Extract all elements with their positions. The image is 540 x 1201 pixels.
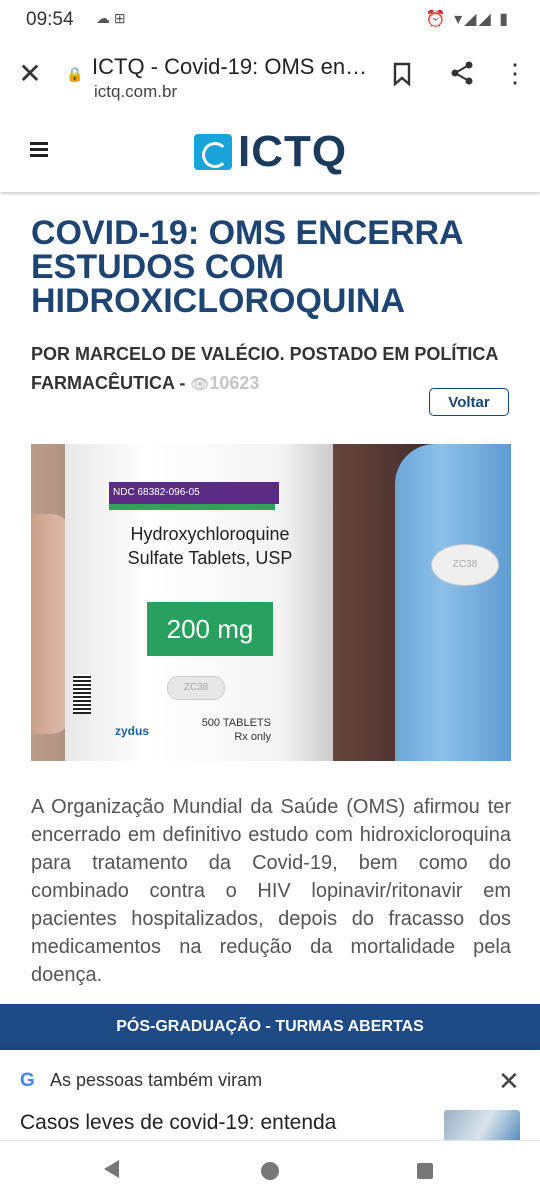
suggestions-panel: G As pessoas também viram ✕ Casos leves …: [0, 1050, 540, 1140]
eye-icon: 👁: [190, 376, 210, 393]
browser-toolbar: ✕ 🔒 ICTQ - Covid-19: OMS encerra estudos…: [0, 38, 540, 111]
lock-icon[interactable]: 🔒: [66, 66, 83, 83]
browser-page-title[interactable]: ICTQ - Covid-19: OMS encerra estudos com…: [92, 54, 370, 80]
hamburger-menu-icon[interactable]: [30, 142, 48, 158]
status-time: 09:54: [26, 9, 74, 30]
held-pill: ZC38: [431, 544, 499, 586]
close-tab-icon[interactable]: ✕: [16, 60, 44, 88]
article-title: COVID-19: OMS ENCERRA ESTUDOS COM HIDROX…: [31, 214, 463, 320]
nav-home-icon[interactable]: [261, 1162, 279, 1180]
google-icon: G: [20, 1070, 35, 1091]
dose-label: 200 mg: [147, 602, 273, 656]
pill-illustration: ZC38: [167, 676, 225, 700]
tablets-count-label: 500 TABLETS Rx only: [201, 717, 271, 743]
postgrad-banner[interactable]: PÓS-GRADUAÇÃO - TURMAS ABERTAS: [0, 1004, 540, 1050]
gloved-hand: [395, 444, 511, 761]
notification-icons: ☁ ⊞: [96, 10, 126, 26]
barcode: [73, 674, 91, 714]
nav-back-icon[interactable]: [104, 1160, 119, 1178]
view-count: 10623: [209, 373, 260, 393]
byline-text: POR MARCELO DE VALÉCIO. POSTADO EM POLÍT…: [31, 344, 498, 393]
system-nav-bar: [0, 1140, 540, 1201]
nav-recents-icon[interactable]: [417, 1163, 433, 1179]
logo-mark-icon: [194, 134, 232, 170]
article-body: A Organização Mundial da Saúde (OMS) afi…: [31, 796, 511, 986]
more-options-icon[interactable]: ⋮: [502, 58, 528, 89]
suggestion-item[interactable]: Casos leves de covid-19: entenda: [20, 1111, 336, 1135]
suggestion-thumbnail[interactable]: [444, 1110, 520, 1140]
bottle-ndc-label: NDC 68382-096-05: [109, 482, 279, 504]
close-suggestions-icon[interactable]: ✕: [498, 1066, 520, 1097]
system-status-icons: ⏰ ▾◢◢ ▮: [425, 11, 510, 28]
article-image: NDC 68382-096-05 Hydroxychloroquine Sulf…: [31, 444, 511, 761]
site-header: ICTQ: [0, 110, 540, 192]
bookmark-icon[interactable]: [392, 62, 412, 86]
logo-text: ICTQ: [238, 127, 348, 176]
share-icon[interactable]: [450, 60, 474, 86]
drug-name-label: Hydroxychloroquine Sulfate Tablets, USP: [127, 524, 293, 568]
status-bar: 09:54 ☁ ⊞ ⏰ ▾◢◢ ▮: [0, 0, 540, 38]
bottle-stripe: [109, 504, 275, 510]
back-button[interactable]: Voltar: [429, 388, 509, 416]
ictq-logo[interactable]: ICTQ: [194, 127, 348, 176]
suggestions-header: As pessoas também viram: [50, 1070, 263, 1090]
browser-url[interactable]: ictq.com.br: [94, 82, 177, 102]
zydus-logo: zydus: [115, 724, 150, 738]
medicine-bottle: NDC 68382-096-05 Hydroxychloroquine Sulf…: [65, 444, 333, 761]
